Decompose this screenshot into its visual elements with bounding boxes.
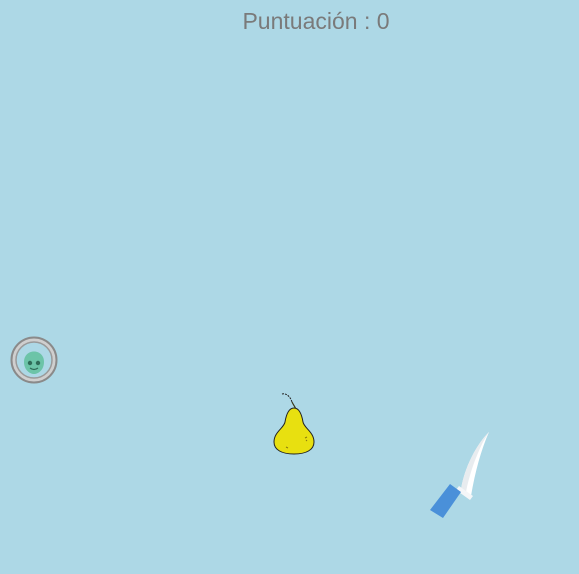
score-separator: : — [357, 8, 377, 34]
knife-icon[interactable] — [423, 424, 495, 524]
score-value: 0 — [376, 8, 390, 34]
game-canvas[interactable]: Puntuación : 0 — [0, 0, 579, 574]
score-label: Puntuación — [242, 8, 358, 34]
pear-icon[interactable] — [268, 392, 320, 456]
score-display: Puntuación : 0 — [0, 8, 579, 35]
monster-icon[interactable] — [10, 336, 58, 384]
